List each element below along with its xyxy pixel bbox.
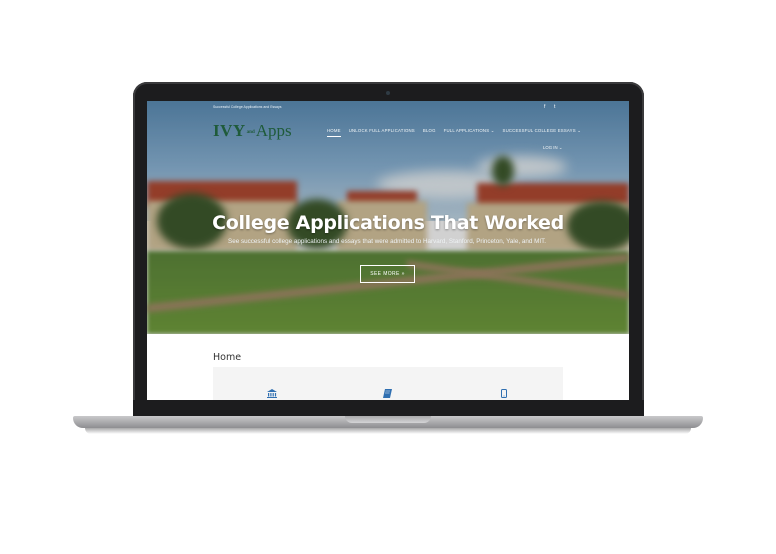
site-tagline: Successful College Applications and Essa… <box>213 105 282 109</box>
twitter-icon[interactable]: t <box>554 104 555 110</box>
features-panel <box>213 367 563 400</box>
site-logo[interactable]: IVYandApps <box>213 121 292 141</box>
see-more-button[interactable]: SEE MORE » <box>360 265 415 283</box>
book-icon <box>383 389 392 400</box>
logo-apps: Apps <box>255 121 292 140</box>
laptop-chin <box>133 400 644 416</box>
laptop-shadow <box>85 428 691 434</box>
nav-item-blog[interactable]: BLOG <box>423 128 436 137</box>
hero-headline: College Applications That Worked <box>212 212 564 234</box>
main-nav: HOME UNLOCK FULL APPLICATIONS BLOG FULL … <box>327 128 581 137</box>
facebook-icon[interactable]: f <box>544 104 545 110</box>
nav-item-home[interactable]: HOME <box>327 128 341 137</box>
laptop-screen: Successful College Applications and Essa… <box>147 101 629 400</box>
logo-ivy: IVY <box>213 121 246 140</box>
nav-item-full-applications[interactable]: FULL APPLICATIONS ⌄ <box>444 128 495 137</box>
institution-icon <box>267 389 277 400</box>
logo-and: and <box>246 129 255 135</box>
hero-banner: Successful College Applications and Essa… <box>147 101 629 334</box>
page-title: Home <box>213 352 242 363</box>
mobile-icon <box>501 389 507 400</box>
nav-item-unlock-full-applications[interactable]: UNLOCK FULL APPLICATIONS <box>349 128 415 137</box>
nav-item-successful-college-essays[interactable]: SUCCESSFUL COLLEGE ESSAYS ⌄ <box>503 128 582 137</box>
laptop-notch <box>345 416 431 423</box>
camera-icon <box>386 91 390 95</box>
top-bar: Successful College Applications and Essa… <box>147 101 629 113</box>
nav-item-login[interactable]: LOG IN ⌄ <box>543 145 562 151</box>
hero-subline: See successful college applications and … <box>228 238 546 245</box>
